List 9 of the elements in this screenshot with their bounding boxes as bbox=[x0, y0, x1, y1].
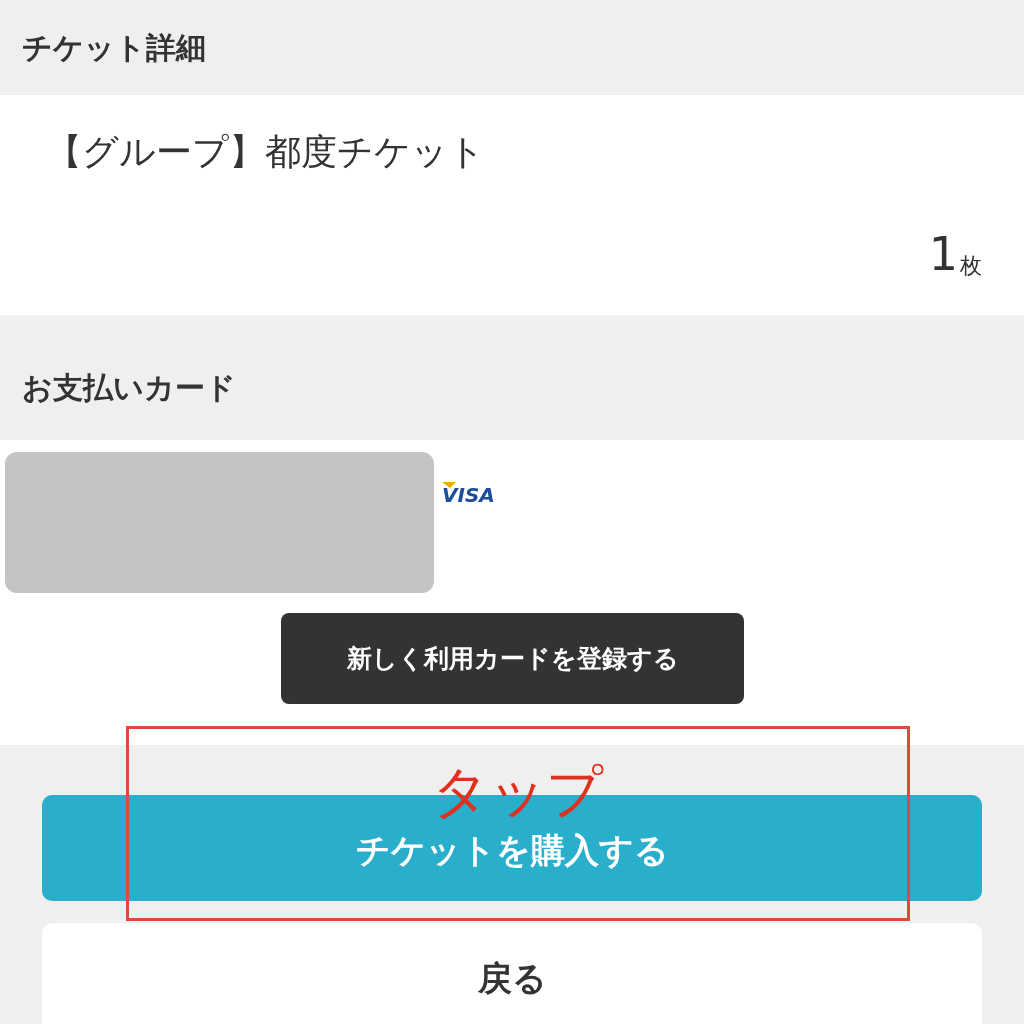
back-button[interactable]: 戻る bbox=[42, 923, 982, 1024]
section-title: チケット詳細 bbox=[22, 29, 206, 67]
card-brand-logo: VISA bbox=[442, 485, 495, 505]
register-card-button[interactable]: 新しく利用カードを登録する bbox=[281, 613, 744, 704]
quantity-unit: 枚 bbox=[960, 255, 982, 277]
ticket-name: 【グループ】都度チケット bbox=[45, 130, 485, 174]
card-brand-swoosh-icon bbox=[442, 482, 456, 488]
section-title: お支払いカード bbox=[22, 369, 236, 407]
ticket-quantity: 1 bbox=[928, 231, 958, 277]
